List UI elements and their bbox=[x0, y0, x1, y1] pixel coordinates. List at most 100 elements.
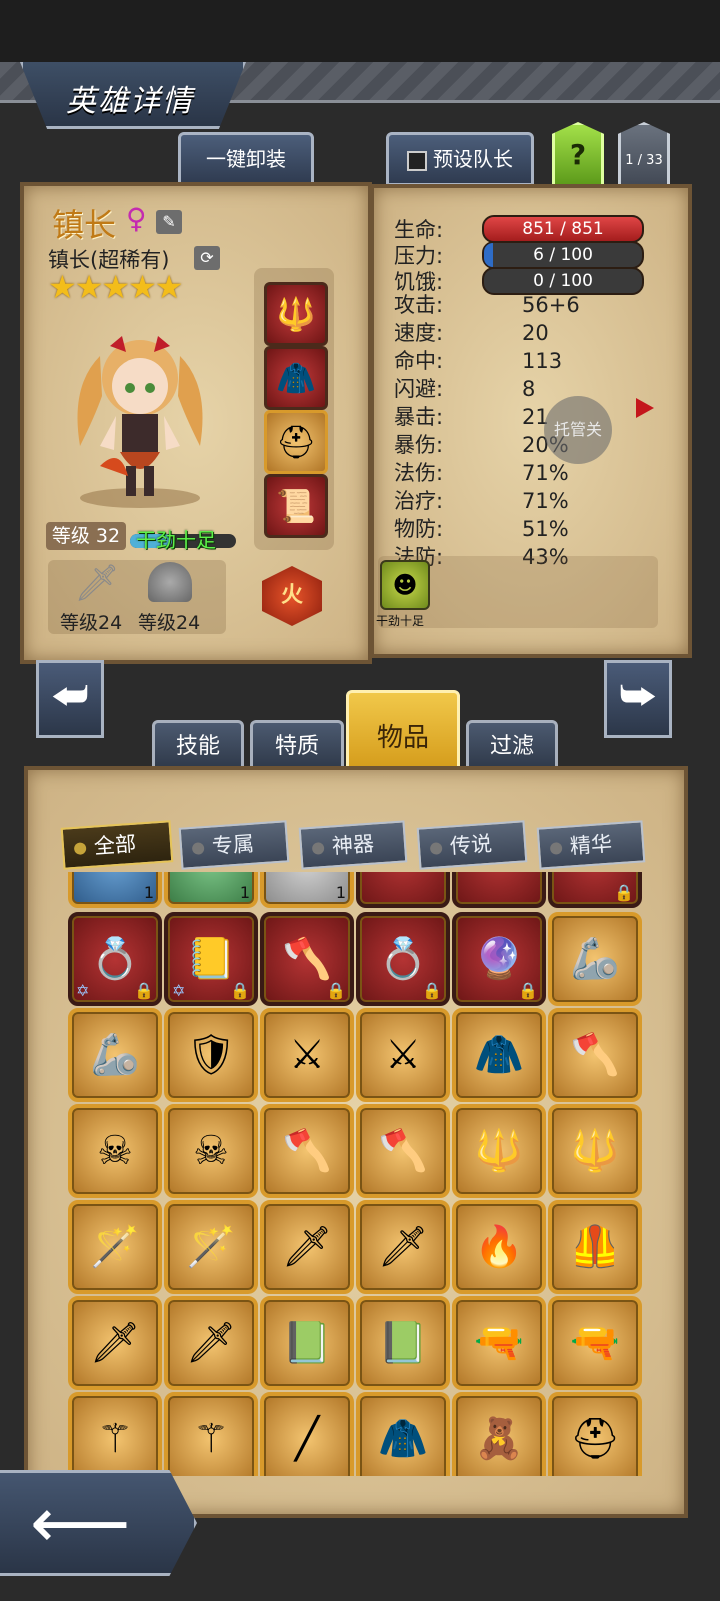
item-slot[interactable]: 🔱 bbox=[548, 1104, 642, 1198]
axe-icon: 🪓 bbox=[378, 1128, 428, 1174]
item-slot[interactable]: 🪓 bbox=[260, 1104, 354, 1198]
item-slot[interactable]: 🔫 bbox=[452, 1296, 546, 1390]
tab-items[interactable]: 物品 bbox=[346, 690, 460, 774]
crossed-swords-icon: ⚔ bbox=[289, 1032, 325, 1078]
helmet-icon[interactable] bbox=[148, 562, 192, 602]
stress-bar: 6 / 100 bbox=[482, 241, 644, 269]
rename-icon[interactable]: ✎ bbox=[156, 210, 182, 234]
item-slot[interactable]: 🪄 bbox=[164, 1200, 258, 1294]
crossed-swords-icon: ⚔ bbox=[385, 1032, 421, 1078]
filter-elite[interactable]: 精华 bbox=[536, 820, 646, 870]
item-slot[interactable]: ⚚ bbox=[68, 1392, 162, 1476]
hunger-label: 饥饿: bbox=[394, 270, 444, 294]
item-slot[interactable]: 🔱 bbox=[452, 1104, 546, 1198]
star-icon: ✡ bbox=[76, 981, 90, 1000]
filter-artifact[interactable]: 神器 bbox=[298, 820, 408, 870]
help-button[interactable]: ? bbox=[552, 122, 604, 188]
item-slot[interactable]: 🧸 bbox=[452, 1392, 546, 1476]
item-slot[interactable]: ⛑ bbox=[548, 1392, 642, 1476]
pdef-value: 51% bbox=[522, 517, 569, 541]
item-slot[interactable]: 📗 bbox=[356, 1296, 450, 1390]
item-slot[interactable]: ⚚ bbox=[164, 1392, 258, 1476]
rod-icon: ╱ bbox=[294, 1416, 320, 1462]
item-slot[interactable]: 🛡 bbox=[164, 1008, 258, 1102]
next-hero-button[interactable]: ⮩ bbox=[604, 660, 672, 738]
item-slot[interactable]: 1 bbox=[260, 872, 354, 908]
item-slot[interactable]: ☠ bbox=[68, 1104, 162, 1198]
item-slot[interactable]: 🧥 bbox=[356, 1392, 450, 1476]
stress-value: 6 / 100 bbox=[533, 245, 593, 265]
item-slot[interactable]: 🪓 bbox=[548, 1008, 642, 1102]
filter-all[interactable]: 全部 bbox=[60, 820, 174, 870]
mood-label: 干劲十足 bbox=[136, 528, 216, 552]
item-slot[interactable]: 🦾 bbox=[68, 1008, 162, 1102]
item-slot[interactable]: 💍 ✡ 🔒 bbox=[68, 912, 162, 1006]
filter-exclusive[interactable]: 专属 bbox=[178, 820, 290, 870]
equip-slot-accessory[interactable]: 📜 bbox=[264, 474, 328, 538]
item-slot[interactable]: ☠ bbox=[164, 1104, 258, 1198]
armor-icon: 🧥 bbox=[276, 359, 316, 397]
filter-legend[interactable]: 传说 bbox=[416, 820, 528, 870]
swap-class-icon[interactable]: ⟳ bbox=[194, 246, 220, 270]
staff-icon: 🪄 bbox=[90, 1224, 140, 1270]
checkbox-icon[interactable] bbox=[407, 150, 427, 171]
back-arrow-icon: ⟵ bbox=[30, 1482, 131, 1564]
filter-dot-icon bbox=[191, 842, 205, 855]
item-slot[interactable]: 🪓 🔒 bbox=[260, 912, 354, 1006]
item-slot[interactable]: 🔮 🔒 bbox=[452, 912, 546, 1006]
item-slot[interactable]: 🔫 bbox=[548, 1296, 642, 1390]
item-slot[interactable]: ⚔ bbox=[260, 1008, 354, 1102]
weapon-icon[interactable]: 🗡 bbox=[74, 562, 120, 604]
item-slot[interactable]: 🗡 bbox=[356, 1200, 450, 1294]
hit-value: 113 bbox=[522, 349, 563, 373]
lock-icon: 🔒 bbox=[518, 981, 538, 1000]
filter-artifact-label: 神器 bbox=[331, 831, 375, 859]
item-slot[interactable]: 📗 bbox=[260, 1296, 354, 1390]
equip-slot-armor[interactable]: 🧥 bbox=[264, 346, 328, 410]
item-grid: 1 1 1 🔒 💍 ✡ 🔒 📒 ✡ 🔒 🪓 🔒 💍 🔒 🔮 🔒 🦾 🦾 🛡 ⚔ ⚔ 🧥 🪓 ☠… bbox=[66, 872, 648, 1476]
spd-value: 20 bbox=[522, 321, 549, 345]
stats-next-arrow-icon[interactable] bbox=[636, 398, 654, 418]
item-slot[interactable]: 🗡 bbox=[260, 1200, 354, 1294]
preset-leader-button[interactable]: 预设队长 bbox=[386, 132, 534, 186]
top-bar bbox=[0, 0, 720, 62]
item-slot[interactable]: 🦺 bbox=[548, 1200, 642, 1294]
item-slot[interactable]: 1 bbox=[164, 872, 258, 908]
item-slot[interactable] bbox=[452, 872, 546, 908]
item-slot[interactable]: 🪓 bbox=[356, 1104, 450, 1198]
item-count: 1 bbox=[239, 883, 250, 902]
item-slot[interactable]: 🪄 bbox=[68, 1200, 162, 1294]
filter-legend-label: 传说 bbox=[449, 831, 493, 859]
hunger-bar: 0 / 100 bbox=[482, 267, 644, 295]
spellbook-icon: 📗 bbox=[378, 1320, 428, 1366]
item-slot[interactable]: 🔒 bbox=[548, 872, 642, 908]
hero-name: 镇长 bbox=[52, 206, 117, 244]
hit-label: 命中: bbox=[394, 349, 444, 373]
item-slot[interactable]: 1 bbox=[68, 872, 162, 908]
hero-level: 等级 32 bbox=[46, 522, 126, 550]
item-slot[interactable]: 🗡 bbox=[68, 1296, 162, 1390]
filter-elite-label: 精华 bbox=[569, 831, 613, 859]
item-slot[interactable]: 🧥 bbox=[452, 1008, 546, 1102]
item-slot[interactable]: 💍 🔒 bbox=[356, 912, 450, 1006]
armor-icon: 🦺 bbox=[570, 1224, 620, 1270]
item-slot[interactable]: 🗡 bbox=[164, 1296, 258, 1390]
equip-slot-weapon[interactable]: 🔱 bbox=[264, 282, 328, 346]
item-slot[interactable]: ╱ bbox=[260, 1392, 354, 1476]
star-rating: ★★★★★ bbox=[48, 268, 183, 306]
hero-portrait bbox=[40, 316, 240, 512]
spear-icon: 🔱 bbox=[474, 1128, 524, 1174]
magic-value: 71% bbox=[522, 461, 569, 485]
item-slot[interactable]: 🔥 bbox=[452, 1200, 546, 1294]
back-button[interactable]: ⟵ bbox=[0, 1470, 197, 1576]
prev-hero-button[interactable]: ⮨ bbox=[36, 660, 104, 738]
equip-slot-helmet[interactable]: ⛑ bbox=[264, 410, 328, 474]
fire-wand-icon: 🔥 bbox=[474, 1224, 524, 1270]
item-slot[interactable]: ⚔ bbox=[356, 1008, 450, 1102]
item-slot[interactable] bbox=[356, 872, 450, 908]
unequip-all-button[interactable]: 一键卸装 bbox=[178, 132, 314, 186]
auto-manage-overlay[interactable]: 托管关 bbox=[544, 396, 612, 464]
item-slot[interactable]: 🦾 bbox=[548, 912, 642, 1006]
trait-icon[interactable]: ☻ bbox=[380, 560, 430, 610]
item-slot[interactable]: 📒 ✡ 🔒 bbox=[164, 912, 258, 1006]
